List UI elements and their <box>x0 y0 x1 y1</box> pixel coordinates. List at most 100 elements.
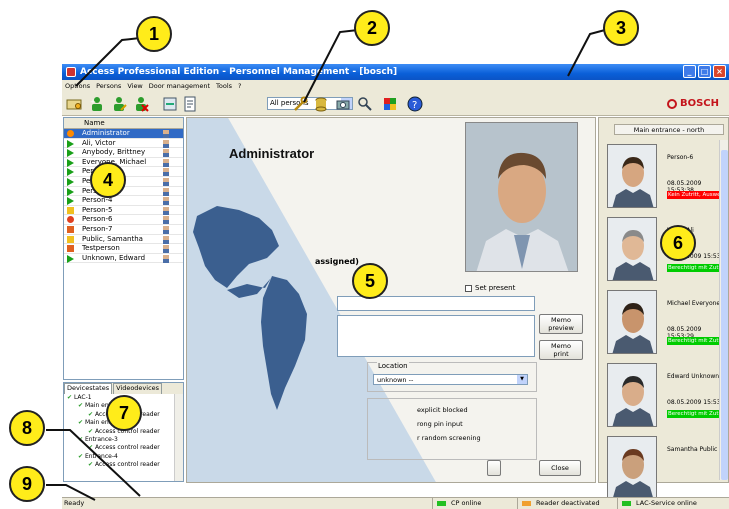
person-thumbnail-icon <box>163 187 169 196</box>
tree-item-device[interactable]: ✔ Entrance-4 <box>64 453 183 461</box>
person-thumbnail-icon <box>163 139 169 148</box>
name-column-header: Name <box>84 119 105 127</box>
memo-preview-button[interactable]: Memo preview <box>539 314 583 334</box>
apply-button[interactable] <box>487 460 501 476</box>
menu-tools[interactable]: Tools <box>216 82 232 90</box>
event-person-photo <box>607 436 657 500</box>
person-thumbnail-icon <box>163 245 169 254</box>
person-row[interactable]: Person-6 <box>64 215 183 225</box>
event-status-badge: Berechtigt mit Zutritt <box>667 264 723 272</box>
person-row[interactable]: Person-5 <box>64 206 183 216</box>
delete-person-icon[interactable] <box>133 96 149 112</box>
person-thumbnail-icon <box>163 206 169 215</box>
person-row[interactable]: Person-4 <box>64 196 183 206</box>
status-cp: CP online <box>432 498 517 509</box>
location-select[interactable]: unknown -- ▼ <box>373 374 528 385</box>
device-status-icon: ✔ <box>67 394 74 401</box>
memo-print-label-1: Memo <box>551 342 571 350</box>
id-card-icon[interactable] <box>66 96 82 112</box>
event-panel-header: Main entrance - north <box>614 124 724 135</box>
callout-2: 2 <box>354 10 390 46</box>
event-person-photo <box>607 363 657 427</box>
person-status-icon <box>67 139 74 148</box>
person-thumbnail-icon <box>163 168 169 177</box>
device-tree-scrollbar[interactable] <box>174 394 183 481</box>
callout-8: 8 <box>9 410 45 446</box>
edit-person-icon[interactable] <box>111 96 127 112</box>
camera-icon[interactable] <box>335 96 351 112</box>
option-random-screening[interactable]: r random screening <box>417 434 481 442</box>
memo-print-button[interactable]: Memo print <box>539 340 583 360</box>
bosch-brand-text: BOSCH <box>679 98 719 109</box>
person-row[interactable]: Unknown, Edward <box>64 254 183 264</box>
option-wrong-pin[interactable]: rong pin input <box>417 420 463 428</box>
report-icon[interactable] <box>182 96 198 112</box>
callout-6: 6 <box>660 225 696 261</box>
event-scrollbar[interactable] <box>719 140 728 480</box>
tab-videodevices[interactable]: Videodevices <box>113 383 163 394</box>
wrench-icon[interactable] <box>292 96 308 112</box>
maximize-button[interactable]: □ <box>698 65 711 78</box>
tree-item-label: Entrance-4 <box>84 452 118 460</box>
person-thumbnail-icon <box>163 197 169 206</box>
person-row[interactable]: Person-7 <box>64 225 183 235</box>
person-list: Name Administrator Ali, Victor Anybody, Br… <box>63 117 184 380</box>
app-icon <box>66 67 76 77</box>
person-row[interactable]: Everyone, Michael <box>64 158 183 168</box>
menu-options[interactable]: Options <box>65 82 90 90</box>
toolbar: + All persons ▼ ? BOSCH <box>62 92 729 116</box>
minimize-button[interactable]: _ <box>683 65 696 78</box>
menu-help[interactable]: ? <box>238 82 241 90</box>
person-status-icon <box>67 177 74 186</box>
set-present-control[interactable]: Set present <box>465 284 515 292</box>
device-status-icon: ✔ <box>78 419 85 427</box>
person-thumbnail-icon <box>163 254 169 263</box>
menu-view[interactable]: View <box>127 82 142 90</box>
status-reader: Reader deactivated <box>517 498 617 509</box>
help-icon[interactable]: ? <box>407 96 423 112</box>
callout-1: 1 <box>136 16 172 52</box>
screenshot: Access Professional Edition - Personnel … <box>0 0 729 509</box>
set-present-checkbox[interactable] <box>465 284 472 292</box>
device-status-icon: ✔ <box>88 410 95 418</box>
person-thumbnail-icon <box>163 177 169 186</box>
person-row-name: Person-5 <box>82 205 113 214</box>
search-person-icon[interactable] <box>357 96 373 112</box>
tree-item-reader[interactable]: ✔ Access control reader <box>64 444 183 452</box>
callout-4: 4 <box>90 162 126 198</box>
person-row[interactable]: Administrator <box>64 129 183 139</box>
device-status-icon: ✔ <box>88 461 95 469</box>
window-title-bar[interactable]: Access Professional Edition - Personnel … <box>62 64 729 80</box>
import-icon[interactable] <box>162 96 178 112</box>
option-explicit-blocked[interactable]: explicit blocked <box>417 406 468 414</box>
add-person-icon[interactable]: + <box>89 96 105 112</box>
device-status-icon: ✔ <box>78 402 85 410</box>
device-tabs: Devicestates Videodevices <box>64 383 183 394</box>
tab-devicestates[interactable]: Devicestates <box>64 383 113 394</box>
person-portrait <box>465 122 578 272</box>
assignment-label: assigned) <box>315 257 359 266</box>
bosch-ring-icon <box>666 98 677 109</box>
person-list-header[interactable]: Name <box>64 118 183 129</box>
tree-item-reader[interactable]: ✔ Access control reader <box>64 461 183 469</box>
close-window-button[interactable]: × <box>713 65 726 78</box>
status-lac: LAC-Service online <box>617 498 729 509</box>
person-row[interactable]: Testperson <box>64 244 183 254</box>
close-button[interactable]: Close <box>539 460 581 476</box>
event-scroll-thumb[interactable] <box>721 150 728 480</box>
person-row[interactable]: Ali, Victor <box>64 139 183 149</box>
database-icon[interactable] <box>313 96 329 112</box>
menu-door-management[interactable]: Door management <box>149 82 210 90</box>
person-status-icon <box>67 216 74 224</box>
person-status-icon <box>67 187 74 196</box>
person-row[interactable]: Anybody, Brittney <box>64 148 183 158</box>
bosch-logo: BOSCH <box>666 98 719 109</box>
color-grid-icon[interactable] <box>382 96 398 112</box>
person-row[interactable]: Public, Samantha <box>64 235 183 245</box>
menu-persons[interactable]: Persons <box>96 82 121 90</box>
tree-item-label: LAC-1 <box>73 394 92 401</box>
person-status-icon <box>67 168 74 177</box>
tree-item-device[interactable]: ✔ Entrance-3 <box>64 436 183 444</box>
memo-textarea[interactable] <box>337 315 535 357</box>
person-thumbnail-icon <box>163 158 169 167</box>
